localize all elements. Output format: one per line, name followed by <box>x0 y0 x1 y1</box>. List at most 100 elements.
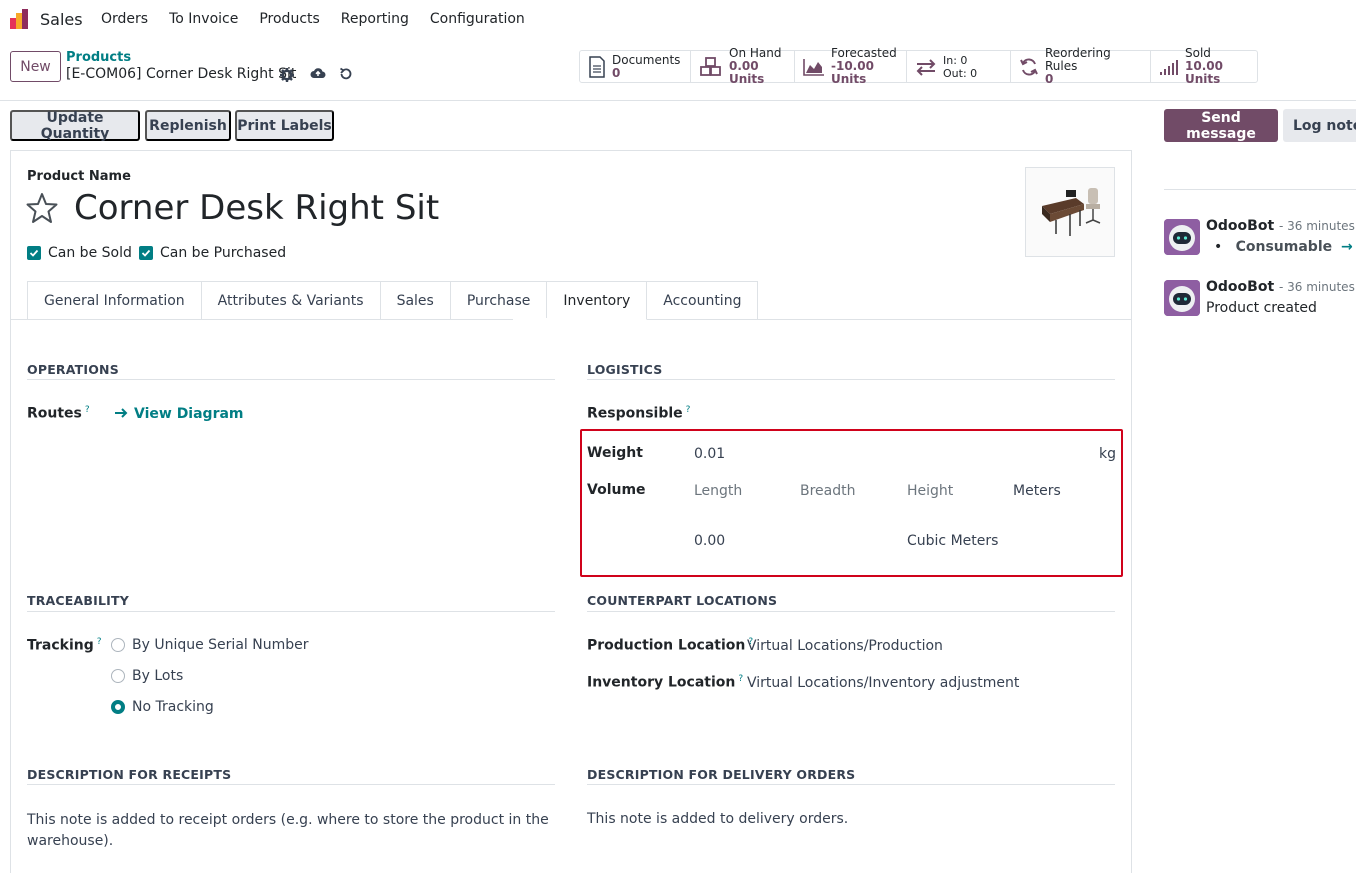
sales-app-icon[interactable] <box>9 8 31 30</box>
smart-button-value: 0 <box>612 65 621 80</box>
can-be-sold-checkbox[interactable]: Can be Sold <box>27 245 132 261</box>
tab-accounting[interactable]: Accounting <box>647 281 759 320</box>
section-divider <box>587 611 1115 612</box>
smart-button-in-out[interactable]: In: 0 Out: 0 <box>907 51 1011 82</box>
desc-receipts-line: This note is added to receipt orders (e.… <box>27 812 549 828</box>
can-be-purchased-label: Can be Purchased <box>160 245 287 261</box>
menu-reporting[interactable]: Reporting <box>341 11 409 27</box>
favorite-star-icon[interactable] <box>26 192 58 224</box>
menu-to-invoice[interactable]: To Invoice <box>169 11 238 27</box>
control-panel: New Products [E-COM06] Corner Desk Right… <box>0 40 1356 101</box>
new-button[interactable]: New <box>10 51 61 82</box>
tab-purchase[interactable]: Purchase <box>450 281 548 320</box>
message-time: - 36 minutes ag <box>1279 280 1356 294</box>
tab-general-information[interactable]: General Information <box>27 281 202 320</box>
cloud-upload-icon[interactable] <box>310 65 326 81</box>
message-body: Product created <box>1206 300 1317 316</box>
avatar[interactable] <box>1164 219 1200 255</box>
radio-label: By Unique Serial Number <box>132 637 309 653</box>
routes-label-text: Routes <box>27 405 82 422</box>
message-body: • Consumable → St <box>1214 239 1356 255</box>
radio-off-icon <box>111 638 125 652</box>
smart-button-label: Reordering Rules <box>1045 46 1111 73</box>
message-author: OdooBot - 36 minutes ag <box>1206 279 1356 295</box>
log-note-button[interactable]: Log note <box>1283 109 1356 142</box>
smart-button-reordering-rules[interactable]: Reordering Rules 0 <box>1011 47 1151 86</box>
smart-button-documents[interactable]: Documents 0 <box>580 51 691 82</box>
help-icon[interactable]: ? <box>686 405 691 415</box>
counterpart-section-title: COUNTERPART LOCATIONS <box>587 593 778 608</box>
menu-orders[interactable]: Orders <box>101 11 148 27</box>
tracking-label: Tracking? <box>27 637 102 654</box>
exchange-icon <box>916 58 936 76</box>
signal-icon <box>1160 59 1178 75</box>
radio-label: By Lots <box>132 668 184 684</box>
responsible-label-text: Responsible <box>587 405 683 422</box>
desc-receipts-title: DESCRIPTION FOR RECEIPTS <box>27 767 232 782</box>
smart-button-value: Out: 0 <box>943 66 978 80</box>
smart-button-sold[interactable]: Sold 10.00 Units <box>1151 47 1257 86</box>
smart-button-label: In: 0 <box>943 53 968 67</box>
update-quantity-button[interactable]: Update Quantity <box>10 110 140 142</box>
radio-off-icon <box>111 669 125 683</box>
radio-on-icon <box>111 700 125 714</box>
section-divider <box>27 784 555 785</box>
breadcrumb-current: [E-COM06] Corner Desk Right Sit <box>66 66 297 82</box>
notebook-tabs: General Information Attributes & Variant… <box>27 281 759 320</box>
tracking-none-radio[interactable]: No Tracking <box>111 699 214 715</box>
area-chart-icon <box>803 58 824 76</box>
refresh-icon <box>1020 57 1038 76</box>
author-name[interactable]: OdooBot <box>1206 218 1274 234</box>
author-name[interactable]: OdooBot <box>1206 279 1274 295</box>
view-diagram-link[interactable]: View Diagram <box>114 406 244 422</box>
odoobot-icon <box>1164 280 1200 316</box>
can-be-purchased-checkbox[interactable]: Can be Purchased <box>139 245 286 261</box>
radio-label: No Tracking <box>132 699 214 715</box>
arrow-right-icon <box>115 408 128 418</box>
tracking-label-text: Tracking <box>27 637 94 654</box>
send-message-button[interactable]: Send message <box>1164 109 1278 142</box>
section-divider <box>27 611 555 612</box>
traceability-section-title: TRACEABILITY <box>27 593 129 608</box>
discard-icon[interactable] <box>338 66 354 82</box>
product-name-label: Product Name <box>27 169 131 184</box>
routes-label: Routes? <box>27 405 90 422</box>
product-image[interactable] <box>1025 167 1115 257</box>
help-icon[interactable]: ? <box>97 637 102 647</box>
menu-configuration[interactable]: Configuration <box>430 11 525 27</box>
logistics-section-title: LOGISTICS <box>587 362 663 377</box>
tracking-old-value: Consumable <box>1235 239 1333 255</box>
responsible-label: Responsible? <box>587 405 690 422</box>
top-navbar: Sales Orders To Invoice Products Reporti… <box>0 0 1356 38</box>
help-icon[interactable]: ? <box>738 674 743 684</box>
desc-receipts-field[interactable]: This note is added to receipt orders (e.… <box>27 810 555 852</box>
product-name-field[interactable]: Corner Desk Right Sit <box>74 188 439 228</box>
production-location-field[interactable]: Virtual Locations/Production <box>747 638 943 654</box>
tracking-lots-radio[interactable]: By Lots <box>111 668 183 684</box>
tracking-new-value: → St <box>1341 239 1356 255</box>
tab-attributes-variants[interactable]: Attributes & Variants <box>201 281 381 320</box>
breadcrumb-products[interactable]: Products <box>66 50 131 65</box>
smart-button-value: 10.00 Units <box>1185 59 1223 86</box>
menu-products[interactable]: Products <box>259 11 319 27</box>
help-icon[interactable]: ? <box>85 405 90 415</box>
gear-icon[interactable] <box>279 67 295 83</box>
checkbox-checked-icon <box>139 246 153 260</box>
replenish-button[interactable]: Replenish <box>145 110 231 141</box>
tracking-serial-radio[interactable]: By Unique Serial Number <box>111 637 308 653</box>
app-name[interactable]: Sales <box>40 10 83 29</box>
smart-button-forecasted[interactable]: Forecasted -10.00 Units <box>795 47 907 86</box>
smart-button-value: 0 <box>1045 72 1054 86</box>
inventory-location-field[interactable]: Virtual Locations/Inventory adjustment <box>747 675 1019 691</box>
tab-inventory[interactable]: Inventory <box>547 281 648 320</box>
tab-sales[interactable]: Sales <box>380 281 451 320</box>
production-location-label-text: Production Location <box>587 637 746 654</box>
avatar[interactable] <box>1164 280 1200 316</box>
chatter-divider <box>1164 189 1356 190</box>
document-icon <box>589 55 605 78</box>
print-labels-button[interactable]: Print Labels <box>235 110 334 141</box>
smart-button-on-hand[interactable]: On Hand 0.00 Units <box>691 47 795 86</box>
odoobot-icon <box>1164 219 1200 255</box>
can-be-sold-label: Can be Sold <box>48 245 132 261</box>
desc-delivery-field[interactable]: This note is added to delivery orders. <box>587 811 848 827</box>
